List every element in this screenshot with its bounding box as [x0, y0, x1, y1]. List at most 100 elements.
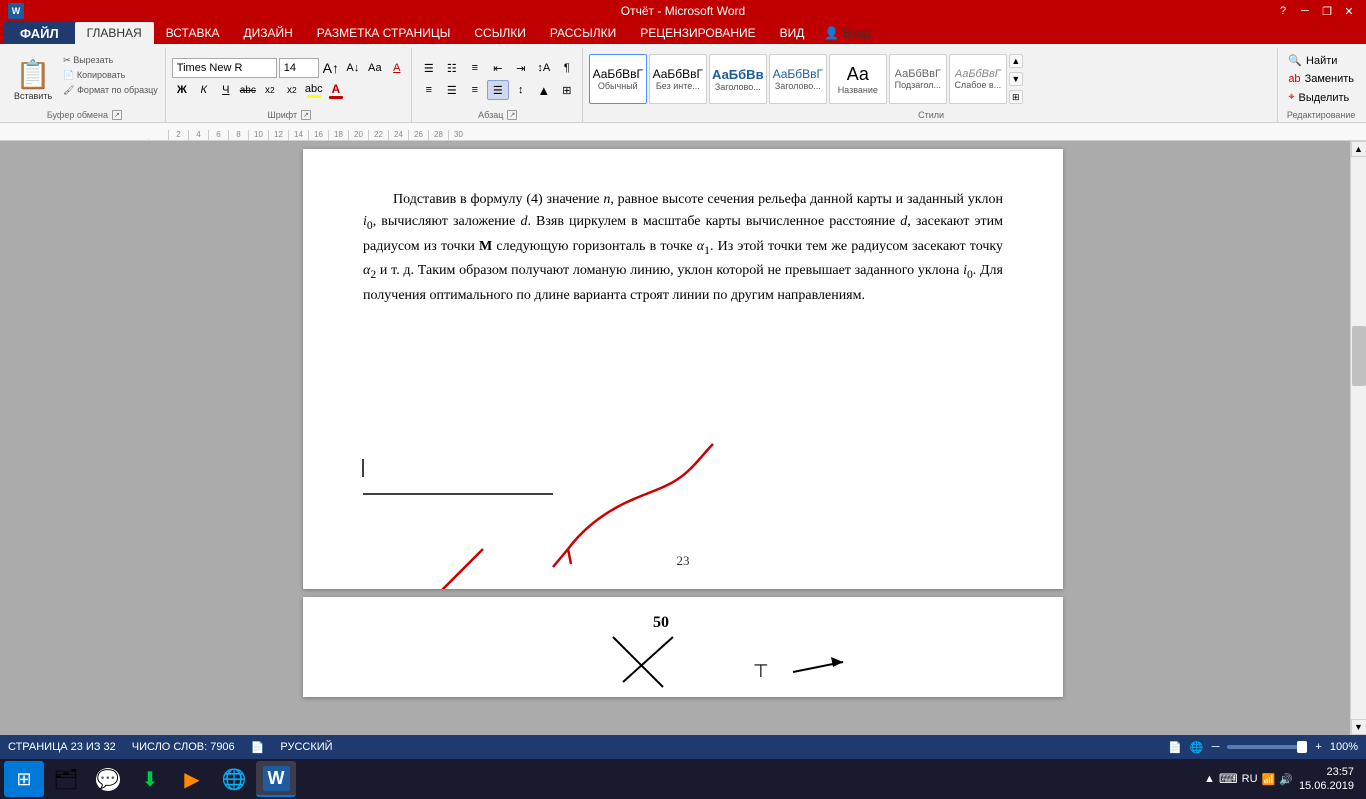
text-highlight-button[interactable]: abc [304, 80, 324, 100]
taskbar-word[interactable]: W [256, 761, 296, 797]
bold-button[interactable]: Ж [172, 80, 192, 100]
zoom-slider[interactable] [1227, 745, 1307, 749]
para-expand-icon[interactable]: ↗ [507, 110, 517, 120]
styles-expand-button[interactable]: ⊞ [1009, 90, 1023, 104]
subscript-button[interactable]: x2 [260, 80, 280, 100]
taskbar-downloader[interactable]: ⬇ [130, 761, 170, 797]
zoom-level: 100% [1330, 741, 1358, 753]
line-spacing-button[interactable]: ↕ [510, 80, 532, 100]
paragraph-text: Подставив в формулу (4) значение n, равн… [363, 189, 1003, 307]
style-heading2[interactable]: АаБбВвГ Заголово... [769, 54, 827, 104]
copy-button[interactable]: 📄 Копировать [60, 69, 161, 82]
select-button[interactable]: ⌖ Выделить [1284, 89, 1358, 106]
page-count[interactable]: СТРАНИЦА 23 ИЗ 32 [8, 741, 116, 753]
title-bar: W Отчёт - Microsoft Word ? ─ ❐ ✕ [0, 0, 1366, 22]
taskbar-clock[interactable]: 23:57 15.06.2019 [1299, 765, 1354, 794]
taskbar-discord[interactable]: 💬 [88, 761, 128, 797]
font-grow-button[interactable]: A↑ [321, 58, 341, 78]
clipboard-label: Буфер обмена ↗ [8, 108, 161, 122]
word-count[interactable]: ЧИСЛО СЛОВ: 7906 [132, 741, 235, 753]
taskbar-player[interactable]: ▶ [172, 761, 212, 797]
page-text[interactable]: Подставив в формулу (4) значение n, равн… [303, 149, 1063, 327]
close-button[interactable]: ✕ [1340, 3, 1358, 19]
paste-button[interactable]: 📋 Вставить [8, 54, 58, 105]
italic-button[interactable]: К [194, 80, 214, 100]
para-row2: ≡ ☰ ≡ ☰ ↕ ▲ ⊞ [418, 80, 578, 100]
restore-button[interactable]: ❐ [1318, 3, 1336, 19]
font-size-input[interactable] [279, 58, 319, 78]
vertical-scrollbar[interactable]: ▲ ▼ [1350, 141, 1366, 735]
font-expand-icon[interactable]: ↗ [301, 110, 311, 120]
document-icon[interactable]: 📄 [251, 741, 265, 754]
bullets-button[interactable]: ☰ [418, 58, 440, 78]
multilevel-button[interactable]: ≡ [464, 58, 486, 78]
taskbar-explorer[interactable]: 🗂 [46, 761, 86, 797]
minimize-button[interactable]: ─ [1296, 3, 1314, 19]
document-area: Подставив в формулу (4) значение n, равн… [0, 141, 1366, 735]
volume-icon[interactable]: 🔊 [1279, 773, 1293, 786]
align-right-button[interactable]: ≡ [464, 80, 486, 100]
zoom-out-button[interactable]: ─ [1212, 741, 1220, 753]
style-title[interactable]: Аа Название [829, 54, 887, 104]
underline-button[interactable]: Ч [216, 80, 236, 100]
scroll-thumb[interactable] [1352, 326, 1366, 386]
tab-mailings[interactable]: РАССЫЛКИ [538, 22, 628, 44]
para-row1: ☰ ☷ ≡ ⇤ ⇥ ↕A ¶ [418, 58, 578, 78]
ruler-mark: 2 [168, 130, 188, 140]
tab-layout[interactable]: РАЗМЕТКА СТРАНИЦЫ [305, 22, 463, 44]
taskbar-chrome[interactable]: 🌐 [214, 761, 254, 797]
align-left-button[interactable]: ≡ [418, 80, 440, 100]
tab-design[interactable]: ДИЗАЙН [232, 22, 305, 44]
language-indicator[interactable]: RU [1242, 773, 1258, 785]
borders-button[interactable]: ⊞ [556, 80, 578, 100]
style-no-spacing[interactable]: АаБбВвГ Без инте... [649, 54, 707, 104]
language-indicator[interactable]: РУССКИЙ [280, 741, 332, 753]
numbering-button[interactable]: ☷ [441, 58, 463, 78]
style-subtitle[interactable]: АаБбВвГ Подзагол... [889, 54, 947, 104]
tab-insert[interactable]: ВСТАВКА [154, 22, 232, 44]
style-normal[interactable]: АаБбВвГ Обычный [589, 54, 647, 104]
increase-indent-button[interactable]: ⇥ [510, 58, 532, 78]
tab-view[interactable]: ВИД [768, 22, 817, 44]
replace-button[interactable]: ab Заменить [1284, 71, 1358, 87]
shading-button[interactable]: ▲ [533, 80, 555, 100]
help-button[interactable]: ? [1274, 3, 1292, 19]
expand-tray-icon[interactable]: ▲ [1204, 773, 1215, 785]
font-color-bar [329, 96, 343, 99]
web-view-button[interactable]: 🌐 [1190, 741, 1204, 754]
scroll-down-arrow[interactable]: ▼ [1351, 719, 1366, 735]
font-name-input[interactable] [172, 58, 277, 78]
system-icons: ▲ ⌨ RU 📶 🔊 [1204, 771, 1293, 787]
clipboard-expand-icon[interactable]: ↗ [112, 110, 122, 120]
login-button[interactable]: 👤 Вход [816, 22, 878, 44]
styles-scroll-up[interactable]: ▲ [1009, 54, 1023, 68]
find-button[interactable]: 🔍 Найти [1284, 52, 1358, 69]
show-marks-button[interactable]: ¶ [556, 58, 578, 78]
tab-home[interactable]: ГЛАВНАЯ [75, 22, 154, 44]
format-painter-button[interactable]: 🖌 Формат по образцу [60, 84, 161, 97]
clear-formatting-button[interactable]: A [387, 58, 407, 78]
menu-file[interactable]: ФАЙЛ [4, 22, 75, 44]
editing-content: 🔍 Найти ab Заменить ⌖ Выделить [1284, 50, 1358, 108]
justify-button[interactable]: ☰ [487, 80, 509, 100]
tab-references[interactable]: ССЫЛКИ [462, 22, 537, 44]
cut-button[interactable]: ✂ Вырезать [60, 54, 161, 67]
font-color-button[interactable]: А [326, 80, 346, 100]
strikethrough-button[interactable]: abc [238, 80, 258, 100]
title-left: W [8, 3, 24, 19]
style-subtle-emphasis[interactable]: АаБбВвГ Слабое в... [949, 54, 1007, 104]
decrease-indent-button[interactable]: ⇤ [487, 58, 509, 78]
font-shrink-button[interactable]: A↓ [343, 58, 363, 78]
app-icon: W [8, 3, 24, 19]
start-button[interactable]: ⊞ [4, 761, 44, 797]
tab-review[interactable]: РЕЦЕНЗИРОВАНИЕ [628, 22, 767, 44]
superscript-button[interactable]: x2 [282, 80, 302, 100]
align-center-button[interactable]: ☰ [441, 80, 463, 100]
scroll-up-arrow[interactable]: ▲ [1351, 141, 1366, 157]
styles-scroll-down[interactable]: ▼ [1009, 72, 1023, 86]
sort-button[interactable]: ↕A [533, 58, 555, 78]
style-heading1[interactable]: АаБбВв Заголово... [709, 54, 767, 104]
zoom-in-button[interactable]: + [1315, 741, 1321, 753]
font-case-button[interactable]: Аа [365, 58, 385, 78]
layout-view-button[interactable]: 📄 [1168, 741, 1182, 754]
